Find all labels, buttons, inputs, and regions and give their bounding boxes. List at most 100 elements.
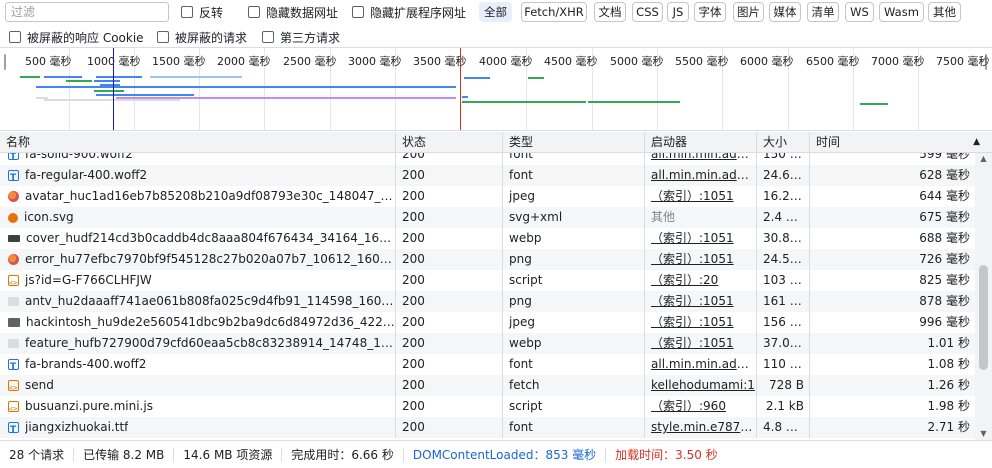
- light-image-icon: [8, 297, 19, 306]
- blocked-cookies-checkbox[interactable]: 被屏蔽的响应 Cookie: [9, 25, 144, 49]
- request-type-cell: font: [503, 153, 645, 165]
- request-name-cell: icon.svg: [0, 207, 396, 228]
- script-file-icon: [8, 378, 19, 396]
- type-filter-wasm[interactable]: Wasm: [879, 2, 924, 22]
- column-header-size[interactable]: 大小: [757, 132, 810, 153]
- request-time-cell: 644 毫秒: [919, 189, 970, 203]
- request-initiator-cell[interactable]: all.min.min.ad431c: [645, 153, 757, 165]
- request-initiator-cell[interactable]: （索引）:20: [645, 270, 757, 291]
- column-header-time[interactable]: 时间 ▲: [810, 132, 992, 153]
- overview-right-handle[interactable]: [985, 54, 987, 70]
- request-initiator-cell[interactable]: all.min.min.ad431c: [645, 354, 757, 375]
- request-initiator-cell[interactable]: style.min.e7877e8...: [645, 417, 757, 438]
- scrollbar-thumb[interactable]: [979, 265, 988, 370]
- request-name-cell: busuanzi.pure.mini.js: [0, 396, 396, 417]
- type-filter-js[interactable]: JS: [667, 2, 689, 22]
- table-row[interactable]: busuanzi.pure.mini.js 200script（索引）:9602.…: [0, 396, 975, 417]
- request-type-cell: png: [503, 291, 645, 312]
- request-status-cell: 200: [396, 375, 503, 396]
- scroll-up-arrow-icon[interactable]: ▲: [975, 153, 992, 165]
- column-header-label: 名称: [6, 135, 31, 149]
- type-filter-ws[interactable]: WS: [845, 2, 874, 22]
- checkbox-box[interactable]: [181, 6, 193, 18]
- table-row[interactable]: icon.svg 200 svg+xml 其他 2.4 MB 675 毫秒: [0, 207, 975, 228]
- request-name: feature_hufb727900d79cfd60eaa5cb8c832389…: [25, 336, 395, 350]
- table-row[interactable]: fa-regular-400.woff2 200fontall.min.min.a…: [0, 165, 975, 186]
- table-row[interactable]: js?id=G-F766CLHFJW 200script（索引）:20103 kB…: [0, 270, 975, 291]
- table-row[interactable]: cover_hudf214cd3b0caddb4dc8aaa804f676434…: [0, 228, 975, 249]
- network-overview-timeline[interactable]: 500 毫秒 1000 毫秒 1500 毫秒 2000 毫秒 2500 毫秒 3…: [0, 48, 992, 131]
- request-initiator-cell[interactable]: （索引）:1051: [645, 186, 757, 207]
- table-row[interactable]: hackintosh_hu9de2e560541dbc9b2ba9dc6d849…: [0, 312, 975, 333]
- request-name-cell: feature_hufb727900d79cfd60eaa5cb8c832389…: [0, 333, 396, 354]
- type-filter-font[interactable]: 字体: [694, 2, 726, 22]
- table-row[interactable]: antv_hu2daaaff741ae061b808fa025c9d4fb91_…: [0, 291, 975, 312]
- overview-left-handle[interactable]: [4, 54, 6, 70]
- request-initiator-cell[interactable]: （索引）:1051: [645, 291, 757, 312]
- request-status-cell: 200: [396, 165, 503, 186]
- filter-input[interactable]: [5, 2, 169, 22]
- request-name: antv_hu2daaaff741ae061b808fa025c9d4fb91_…: [25, 294, 395, 308]
- request-initiator-cell[interactable]: （索引）:1051: [645, 228, 757, 249]
- request-size-cell: 150 kB: [757, 153, 810, 165]
- checkbox-box[interactable]: [9, 31, 21, 43]
- checkbox-box[interactable]: [248, 6, 260, 18]
- checkbox-box[interactable]: [157, 31, 169, 43]
- table-row[interactable]: jiangxizhuokai.ttf 200fontstyle.min.e7877…: [0, 417, 975, 438]
- third-party-checkbox[interactable]: 第三方请求: [262, 25, 340, 49]
- invert-checkbox[interactable]: 反转: [181, 0, 223, 24]
- request-size-cell: 2.1 kB: [757, 396, 810, 417]
- request-initiator-cell[interactable]: （索引）:960: [645, 396, 757, 417]
- request-initiator-cell[interactable]: （索引）:1051: [645, 312, 757, 333]
- overview-request-bar: [116, 97, 456, 99]
- request-initiator-cell: 其他: [645, 207, 757, 228]
- overview-request-bar: [44, 76, 82, 78]
- request-initiator-cell[interactable]: kellehodumami:1: [645, 375, 757, 396]
- checkbox-box[interactable]: [262, 31, 274, 43]
- type-filter-img[interactable]: 图片: [733, 2, 764, 22]
- request-initiator-cell[interactable]: all.min.min.ad431c: [645, 165, 757, 186]
- request-name: fa-regular-400.woff2: [25, 168, 148, 182]
- hide-extension-urls-checkbox[interactable]: 隐藏扩展程序网址: [352, 0, 466, 24]
- sort-ascending-icon[interactable]: ▲: [973, 132, 980, 152]
- table-row[interactable]: error_hu77efbc7970bf9f545128c27b020a07b7…: [0, 249, 975, 270]
- request-status-cell: 200: [396, 153, 503, 165]
- hide-data-urls-checkbox[interactable]: 隐藏数据网址: [248, 0, 338, 24]
- type-filter-doc[interactable]: 文档: [594, 2, 626, 22]
- request-size-cell: 110 kB: [757, 354, 810, 375]
- request-time-cell: 996 毫秒: [919, 315, 970, 329]
- request-status-cell: 200: [396, 291, 503, 312]
- type-filter-all[interactable]: 全部: [479, 2, 512, 22]
- request-name: fa-solid-900.woff2: [25, 153, 133, 161]
- table-row[interactable]: avatar_huc1ad16eb7b85208b210a9df08793e30…: [0, 186, 975, 207]
- type-filter-css[interactable]: CSS: [632, 2, 663, 22]
- overview-request-bar: [36, 86, 456, 88]
- scroll-down-arrow-icon[interactable]: ▼: [975, 428, 992, 440]
- request-type-cell: png: [503, 249, 645, 270]
- column-header-label: 状态: [402, 135, 427, 149]
- request-count: 28 个请求: [0, 447, 75, 462]
- column-header-initiator[interactable]: 启动器: [645, 132, 757, 153]
- request-time-cell: 688 毫秒: [919, 231, 970, 245]
- overview-request-bar: [94, 90, 124, 92]
- column-header-status[interactable]: 状态: [396, 132, 503, 153]
- table-row[interactable]: send 200fetchkellehodumami:1728 B 1.26 秒: [0, 375, 975, 396]
- table-row[interactable]: fa-brands-400.woff2 200fontall.min.min.ad…: [0, 354, 975, 375]
- column-header-type[interactable]: 类型: [503, 132, 645, 153]
- type-filter-media[interactable]: 媒体: [769, 2, 801, 22]
- table-row[interactable]: fa-solid-900.woff2 200fontall.min.min.ad4…: [0, 153, 975, 165]
- checkbox-box[interactable]: [352, 6, 364, 18]
- type-filter-other[interactable]: 其他: [928, 2, 961, 22]
- request-type-cell: font: [503, 165, 645, 186]
- request-type-cell: jpeg: [503, 186, 645, 207]
- column-header-name[interactable]: 名称: [0, 132, 396, 153]
- blocked-requests-checkbox[interactable]: 被屏蔽的请求: [157, 25, 247, 49]
- table-scrollbar[interactable]: ▲ ▼: [975, 153, 992, 440]
- type-filter-manifest[interactable]: 清单: [807, 2, 839, 22]
- type-filter-fetch-xhr[interactable]: Fetch/XHR: [521, 2, 587, 22]
- request-table-body[interactable]: fa-solid-900.woff2200fontall.min.min.ad4…: [0, 153, 975, 440]
- request-status-cell: 200: [396, 312, 503, 333]
- request-initiator-cell[interactable]: （索引）:1051: [645, 249, 757, 270]
- table-row[interactable]: feature_hufb727900d79cfd60eaa5cb8c832389…: [0, 333, 975, 354]
- request-initiator-cell[interactable]: （索引）:1051: [645, 333, 757, 354]
